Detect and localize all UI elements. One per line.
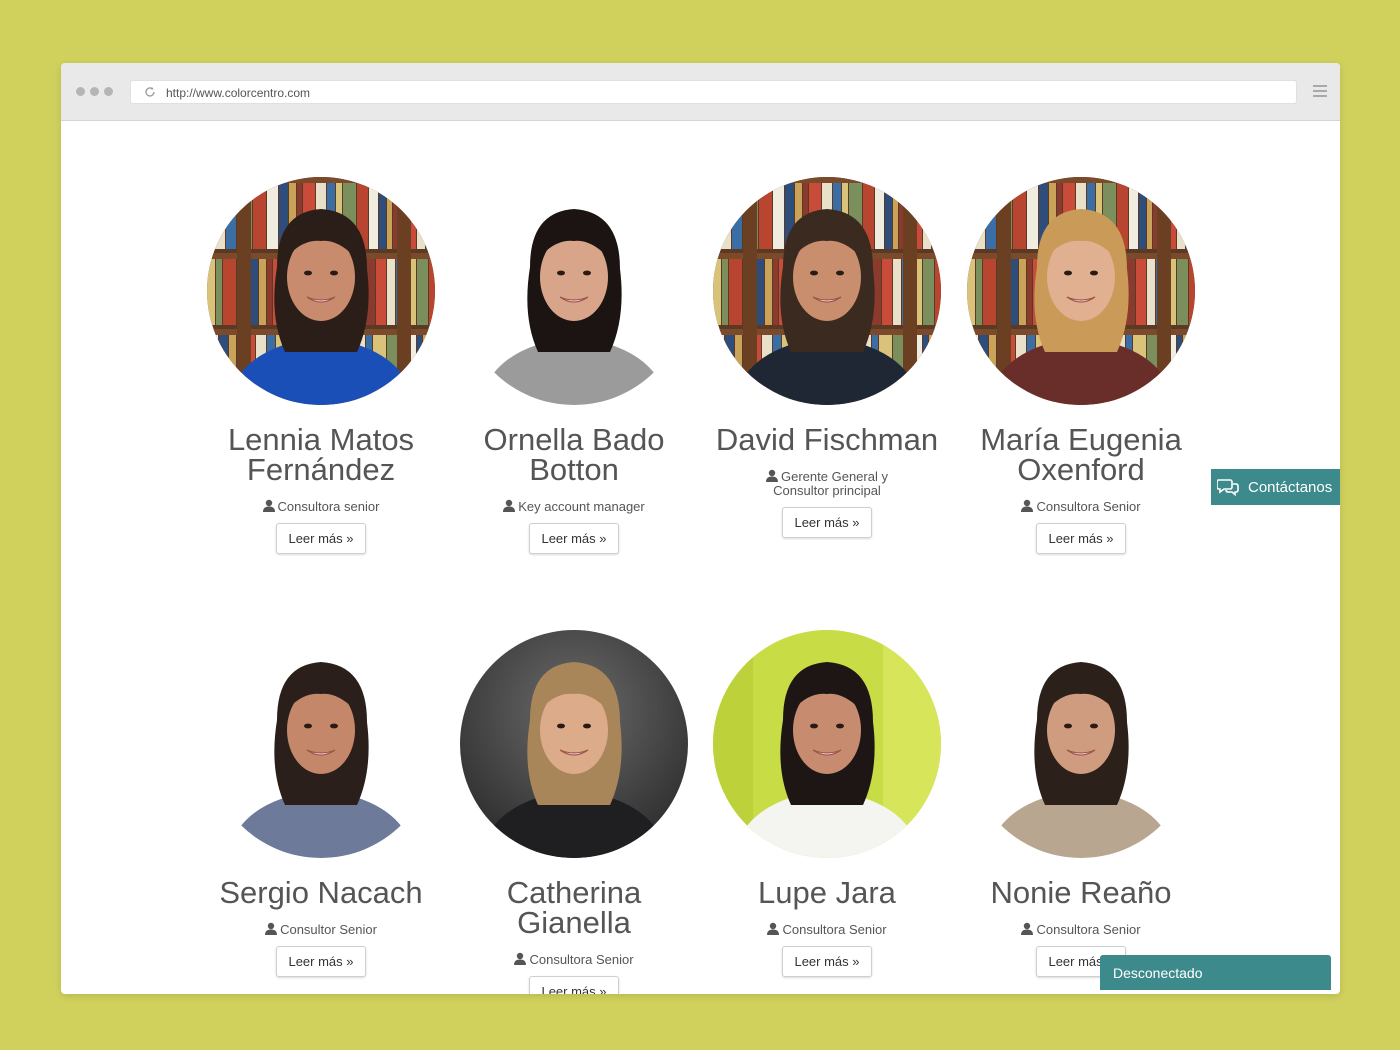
team-member-card: María Eugenia Oxenford Consultora Senior L… [966, 177, 1196, 554]
team-member-name: David Fischman [715, 422, 939, 457]
window-dot[interactable] [104, 87, 113, 96]
team-member-photo[interactable] [207, 177, 435, 405]
team-member-role-text: Consultora Senior [529, 952, 634, 967]
team-member-card: David Fischman Gerente General y Consulto… [712, 177, 942, 538]
user-icon [262, 499, 275, 512]
read-more-button[interactable]: Leer más » [782, 946, 872, 977]
window-dot[interactable] [90, 87, 99, 96]
user-icon [514, 952, 527, 965]
team-member-role-text: Key account manager [518, 499, 645, 514]
hamburger-menu-icon[interactable] [1313, 85, 1327, 99]
team-member-role: Consultora Senior [966, 922, 1196, 937]
team-member-role: Consultor Senior [206, 922, 436, 937]
team-member-role: Consultora Senior [459, 952, 689, 967]
portrait-image [460, 630, 688, 858]
team-member-name: Ornella Bado Botton [483, 422, 665, 487]
team-member-card: Sergio Nacach Consultor Senior Leer más » [206, 630, 436, 977]
team-member-photo[interactable] [967, 630, 1195, 858]
contact-tab[interactable]: Contáctanos [1211, 469, 1340, 505]
team-member-photo[interactable] [967, 177, 1195, 405]
team-member-photo[interactable] [713, 630, 941, 858]
url-text[interactable]: http://www.colorcentro.com [166, 86, 310, 100]
team-member-role: Consultora Senior [966, 499, 1196, 514]
portrait-image [207, 177, 435, 405]
team-member-name: Nonie Reaño [990, 875, 1172, 910]
team-member-name: María Eugenia Oxenford [980, 422, 1182, 487]
team-member-card: Ornella Bado Botton Key account manager Le… [459, 177, 689, 554]
portrait-image [967, 177, 1195, 405]
team-member-name: Lupe Jara [758, 875, 896, 910]
team-member-photo[interactable] [460, 177, 688, 405]
read-more-button[interactable]: Leer más » [276, 523, 366, 554]
chat-bubbles-icon [1217, 479, 1239, 496]
chat-status-label: Desconectado [1113, 965, 1203, 981]
read-more-button[interactable]: Leer más » [1036, 523, 1126, 554]
team-member-name: Sergio Nacach [219, 875, 423, 910]
user-icon [767, 922, 780, 935]
team-member-role-text: Consultora Senior [1036, 499, 1141, 514]
window-controls [76, 87, 113, 96]
contact-tab-label: Contáctanos [1248, 478, 1333, 496]
browser-toolbar: http://www.colorcentro.com [61, 63, 1340, 121]
team-member-card: Catherina Gianella Consultora Senior Leer … [459, 630, 689, 994]
user-icon [766, 469, 779, 482]
team-member-role-text: Consultora Senior [782, 922, 887, 937]
team-member-role: Key account manager [459, 499, 689, 514]
portrait-image [460, 177, 688, 405]
team-member-role-text: Consultora senior [277, 499, 380, 514]
address-bar[interactable]: http://www.colorcentro.com [130, 80, 1297, 104]
team-member-role: Gerente General y Consultor principal [712, 469, 942, 498]
portrait-image [207, 630, 435, 858]
user-icon [503, 499, 516, 512]
team-member-name: Catherina Gianella [506, 875, 642, 940]
team-member-card: Nonie Reaño Consultora Senior Leer más » [966, 630, 1196, 977]
team-member-photo[interactable] [207, 630, 435, 858]
portrait-image [967, 630, 1195, 858]
read-more-button[interactable]: Leer más » [276, 946, 366, 977]
team-member-card: Lennia Matos Fernández Consultora senior L… [206, 177, 436, 554]
read-more-button[interactable]: Leer más » [529, 523, 619, 554]
team-member-role-text: Consultora Senior [1036, 922, 1141, 937]
portrait-image [713, 177, 941, 405]
team-member-name: Lennia Matos Fernández [227, 422, 415, 487]
user-icon [265, 922, 278, 935]
reload-icon[interactable] [144, 86, 156, 98]
team-member-card: Lupe Jara Consultora Senior Leer más » [712, 630, 942, 977]
team-member-photo[interactable] [713, 177, 941, 405]
read-more-button[interactable]: Leer más » [529, 976, 619, 994]
browser-window: http://www.colorcentro.com Lennia Matos … [61, 63, 1340, 994]
portrait-image [713, 630, 941, 858]
team-member-role: Consultora senior [206, 499, 436, 514]
user-icon [1021, 922, 1034, 935]
team-member-role: Consultora Senior [712, 922, 942, 937]
team-member-role-text: Consultor Senior [280, 922, 377, 937]
chat-status-widget[interactable]: Desconectado [1100, 955, 1331, 990]
user-icon [1021, 499, 1034, 512]
window-dot[interactable] [76, 87, 85, 96]
team-member-photo[interactable] [460, 630, 688, 858]
team-member-role-text: Gerente General y Consultor principal [773, 469, 888, 498]
read-more-button[interactable]: Leer más » [782, 507, 872, 538]
